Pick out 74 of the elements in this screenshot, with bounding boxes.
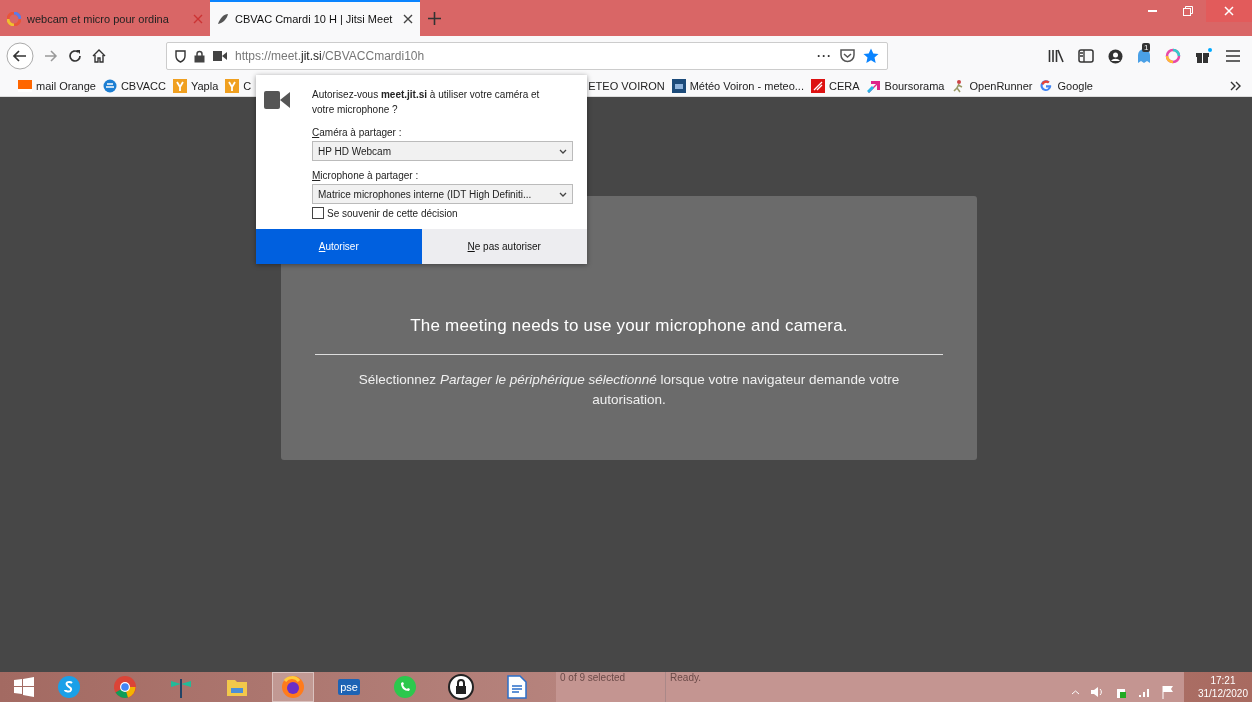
library-icon[interactable] — [1048, 49, 1064, 63]
status-text: 0 of 9 selected — [556, 672, 667, 702]
card-message: Sélectionnez Partager le périphérique sélectionné lorsque votre navigateur demande votre autorisation. — [357, 371, 901, 409]
square-logo-icon — [671, 79, 686, 93]
microphone-dropdown[interactable]: Matrice microphones interne (IDT High Definiti... — [312, 184, 573, 204]
more-button[interactable]: ··· — [817, 49, 832, 63]
restore-icon[interactable] — [1183, 6, 1193, 16]
home-icon[interactable] — [92, 49, 106, 63]
field-label: Caméra à partager : — [312, 127, 403, 138]
forward-icon[interactable] — [44, 50, 58, 62]
document-icon[interactable] — [507, 675, 527, 699]
star-icon[interactable] — [863, 48, 879, 64]
browser-tab[interactable]: CBVAC Cmardi 10 H | Jitsi Meet — [210, 0, 420, 36]
camera-icon — [264, 91, 290, 109]
caret-icon — [559, 148, 567, 154]
status-text: Ready. — [669, 672, 702, 685]
minimize-icon[interactable] — [1147, 10, 1157, 12]
flag-icon[interactable] — [1161, 685, 1174, 699]
skype-icon[interactable] — [57, 675, 81, 699]
chevron-icon[interactable] — [1230, 81, 1242, 91]
y-tile-icon — [225, 79, 240, 93]
checkbox[interactable] — [312, 207, 324, 219]
bookmark-item[interactable]: CBVACC — [102, 79, 166, 93]
pocket-icon[interactable] — [840, 49, 855, 63]
field-label: Microphone à partager : — [312, 170, 420, 181]
bookmark-item[interactable]: ETEO VOIRON — [588, 80, 665, 92]
camera-dropdown[interactable]: HP HD Webcam — [312, 141, 573, 161]
allow-button[interactable]: Autoriser — [256, 229, 422, 264]
caret-icon — [559, 191, 567, 197]
camera-icon[interactable] — [213, 51, 227, 61]
back-icon[interactable] — [6, 42, 34, 70]
lock-icon[interactable] — [448, 674, 474, 700]
address-bar[interactable]: https://meet.jit.si/CBVACCmardi10h ··· — [166, 42, 888, 70]
bookmark-item[interactable]: CERA — [811, 79, 860, 93]
ghost-icon[interactable] — [1137, 48, 1151, 64]
signal-icon[interactable] — [1137, 686, 1152, 698]
checkbox-label: Se souvenir de cette décision — [327, 207, 458, 219]
firefox-icon[interactable] — [281, 675, 305, 699]
feather-icon — [217, 13, 229, 25]
speaker-icon[interactable] — [1089, 686, 1104, 698]
clock[interactable]: 17:21 31/12/2020 — [1183, 674, 1252, 700]
g-logo-icon — [1039, 79, 1054, 93]
permission-message: Autorisez-vous meet.jit.si à utiliser votre caméra et votre microphone ? — [312, 88, 541, 117]
app-label: pse — [338, 679, 360, 695]
bookmark-item[interactable]: Météo Voiron - meteo... — [671, 79, 804, 93]
lock-icon[interactable] — [194, 49, 205, 63]
arrow-logo-icon — [866, 79, 881, 93]
menu-icon[interactable] — [1226, 50, 1240, 62]
reload-icon[interactable] — [68, 49, 82, 63]
close-icon[interactable] — [403, 14, 413, 24]
shield-icon[interactable] — [175, 49, 186, 63]
bookmark-item[interactable]: mail Orange — [18, 80, 96, 92]
square-logo-icon — [18, 80, 32, 92]
account-icon[interactable] — [1108, 48, 1123, 64]
browser-tab[interactable]: webcam et micro pour ordina — [0, 0, 210, 36]
new-tab-icon[interactable] — [427, 11, 441, 25]
sidebar-icon[interactable] — [1078, 49, 1094, 63]
caret-up-icon[interactable] — [1070, 689, 1080, 695]
stripe-logo-icon — [811, 79, 825, 93]
y-tile-icon — [172, 79, 187, 93]
bookmark-item[interactable]: Boursorama — [866, 79, 945, 93]
globe-icon — [102, 79, 117, 93]
bookmark-item[interactable]: Google — [1039, 79, 1093, 93]
taskbar-button[interactable]: pse — [328, 672, 370, 702]
bookmark-item[interactable]: C — [225, 79, 252, 93]
notification-badge: 1 — [1142, 43, 1151, 52]
windows-start-icon[interactable] — [14, 677, 34, 697]
chrome-icon[interactable] — [113, 675, 137, 699]
deny-button[interactable]: Ne pas autoriser — [421, 229, 587, 264]
card-heading: The meeting needs to use your microphone and camera. — [410, 316, 848, 336]
bookmark-item[interactable]: OpenRunner — [951, 79, 1033, 93]
ring-icon[interactable] — [1165, 48, 1181, 64]
url-text: https://meet.jit.si/CBVACCmardi10h — [235, 49, 426, 63]
bookmark-item[interactable]: Yapla — [172, 79, 219, 93]
